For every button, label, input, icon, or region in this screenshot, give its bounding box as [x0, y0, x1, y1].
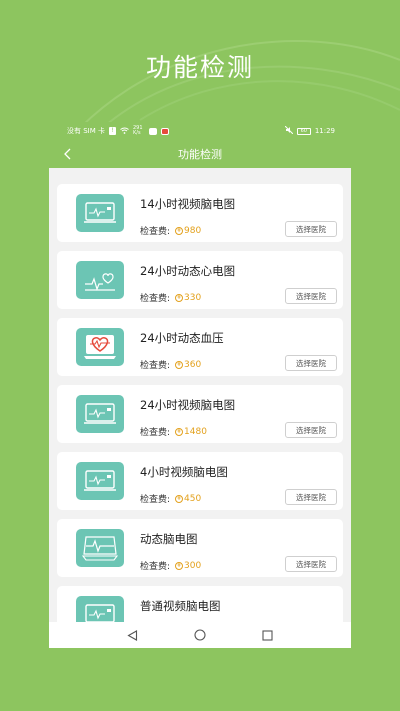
carrier-text: 没有 SIM 卡: [67, 127, 105, 135]
sim-icon: !: [109, 127, 116, 135]
exam-card[interactable]: 14小时视频脑电图检查费: ¥980 选择医院: [57, 184, 343, 242]
coin-icon: ¥: [175, 494, 184, 503]
price-label: 检查费:: [140, 294, 171, 304]
mute-icon: [284, 125, 294, 136]
blood-pressure-icon: [76, 328, 124, 366]
video-eeg-icon: [76, 395, 124, 433]
coin-icon: ¥: [175, 226, 184, 235]
price-label: 检查费:: [140, 428, 171, 438]
app-notification-icon: [161, 127, 169, 135]
status-bar: 没有 SIM 卡 ! 291 K/s 60 11:29: [49, 122, 351, 140]
promo-title: 功能检测: [145, 53, 254, 82]
exam-title: 24小时动态心电图: [140, 264, 236, 278]
price-value: 450: [184, 493, 202, 504]
exam-card[interactable]: 4小时视频脑电图检查费: ¥450 选择医院: [57, 452, 343, 510]
exam-card[interactable]: 24小时动态血压检查费: ¥360 选择医院: [57, 318, 343, 376]
nav-bar: 功能检测: [49, 140, 351, 168]
exam-title: 14小时视频脑电图: [140, 197, 236, 211]
triangle-back-icon: [127, 629, 138, 641]
price-row: 检查费: ¥450: [140, 492, 202, 506]
app-notification-icon: [149, 127, 157, 135]
exam-title: 24小时视频脑电图: [140, 398, 236, 412]
price-row: 检查费: ¥360: [140, 358, 202, 372]
select-hospital-button[interactable]: 选择医院: [285, 288, 337, 304]
exam-card[interactable]: 24小时动态心电图检查费: ¥330 选择医院: [57, 251, 343, 309]
wifi-icon: [120, 127, 129, 136]
square-recents-icon: [262, 629, 273, 641]
back-button[interactable]: [57, 144, 77, 164]
price-row: 检查费: ¥300: [140, 559, 202, 573]
coin-icon: ¥: [175, 360, 184, 369]
phone-screen: 没有 SIM 卡 ! 291 K/s 60 11:29 功能检测 14小时视频脑…: [49, 122, 351, 648]
select-hospital-button[interactable]: 选择医院: [285, 489, 337, 505]
system-recents-button[interactable]: [257, 625, 277, 645]
select-hospital-button[interactable]: 选择医院: [285, 221, 337, 237]
price-label: 检查费:: [140, 562, 171, 572]
price-value: 330: [184, 292, 202, 303]
select-hospital-button[interactable]: 选择医院: [285, 355, 337, 371]
exam-title: 动态脑电图: [140, 532, 198, 546]
exam-title: 普通视频脑电图: [140, 599, 221, 613]
heart-ecg-icon: [76, 261, 124, 299]
system-back-button[interactable]: [123, 625, 143, 645]
chevron-left-icon: [64, 148, 71, 160]
exam-card[interactable]: 24小时视频脑电图检查费: ¥1480 选择医院: [57, 385, 343, 443]
price-row: 检查费: ¥330: [140, 291, 202, 305]
network-speed: 291 K/s: [133, 125, 143, 136]
video-eeg-icon: [76, 194, 124, 232]
coin-icon: ¥: [175, 561, 184, 570]
coin-icon: ¥: [175, 427, 184, 436]
ambulatory-eeg-icon: [76, 529, 124, 567]
price-row: 检查费: ¥1480: [140, 425, 207, 439]
exam-title: 24小时动态血压: [140, 331, 224, 345]
exam-title: 4小时视频脑电图: [140, 465, 228, 479]
price-value: 360: [184, 359, 202, 370]
exam-card[interactable]: 动态脑电图检查费: ¥300 选择医院: [57, 519, 343, 577]
page-title: 功能检测: [178, 148, 222, 161]
circle-home-icon: [194, 629, 206, 641]
price-label: 检查费:: [140, 227, 171, 237]
select-hospital-button[interactable]: 选择医院: [285, 422, 337, 438]
video-eeg-icon: [76, 462, 124, 500]
price-value: 980: [184, 225, 202, 236]
price-row: 检查费: ¥980: [140, 224, 202, 238]
select-hospital-button[interactable]: 选择医院: [285, 556, 337, 572]
price-label: 检查费:: [140, 361, 171, 371]
system-home-button[interactable]: [190, 625, 210, 645]
price-label: 检查费:: [140, 495, 171, 505]
system-navigation-bar: [49, 622, 351, 648]
coin-icon: ¥: [175, 293, 184, 302]
battery-icon: 60: [296, 127, 311, 135]
exam-list: 14小时视频脑电图 检查费: ¥980 选择医院 24小时动态心电图 检查费: ¥330 选择…: [49, 168, 351, 644]
price-value: 300: [184, 560, 202, 571]
price-value: 1480: [184, 426, 207, 437]
clock-time: 11:29: [314, 127, 335, 135]
